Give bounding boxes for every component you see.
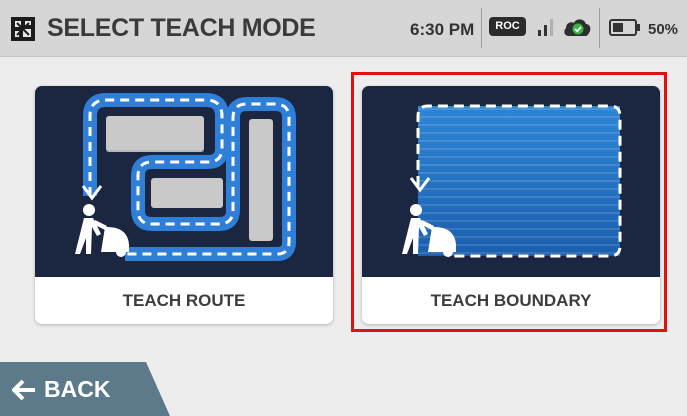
signal-icon <box>537 16 555 38</box>
teach-boundary-card[interactable]: TEACH BOUNDARY <box>362 86 660 324</box>
boundary-illustration <box>362 86 660 277</box>
back-button[interactable]: BACK <box>0 362 170 416</box>
teach-route-card[interactable]: TEACH ROUTE <box>35 86 333 324</box>
route-illustration <box>35 86 333 277</box>
battery-icon <box>609 19 641 36</box>
cloud-check-icon <box>562 14 592 40</box>
battery-percent: 50% <box>648 21 679 38</box>
top-bar: SELECT TEACH MODE 6:30 PM ROC 50% <box>0 0 687 57</box>
header-divider <box>481 8 482 48</box>
back-label: BACK <box>44 376 111 402</box>
clock-time: 6:30 PM <box>410 20 475 39</box>
page-title: SELECT TEACH MODE <box>47 14 316 42</box>
teach-boundary-label: TEACH BOUNDARY <box>430 291 592 310</box>
app-logo-icon <box>11 17 35 41</box>
header-divider <box>599 8 600 48</box>
arrow-left-icon <box>12 379 36 401</box>
teach-route-label: TEACH ROUTE <box>122 291 246 310</box>
roc-badge: ROC <box>489 17 526 36</box>
